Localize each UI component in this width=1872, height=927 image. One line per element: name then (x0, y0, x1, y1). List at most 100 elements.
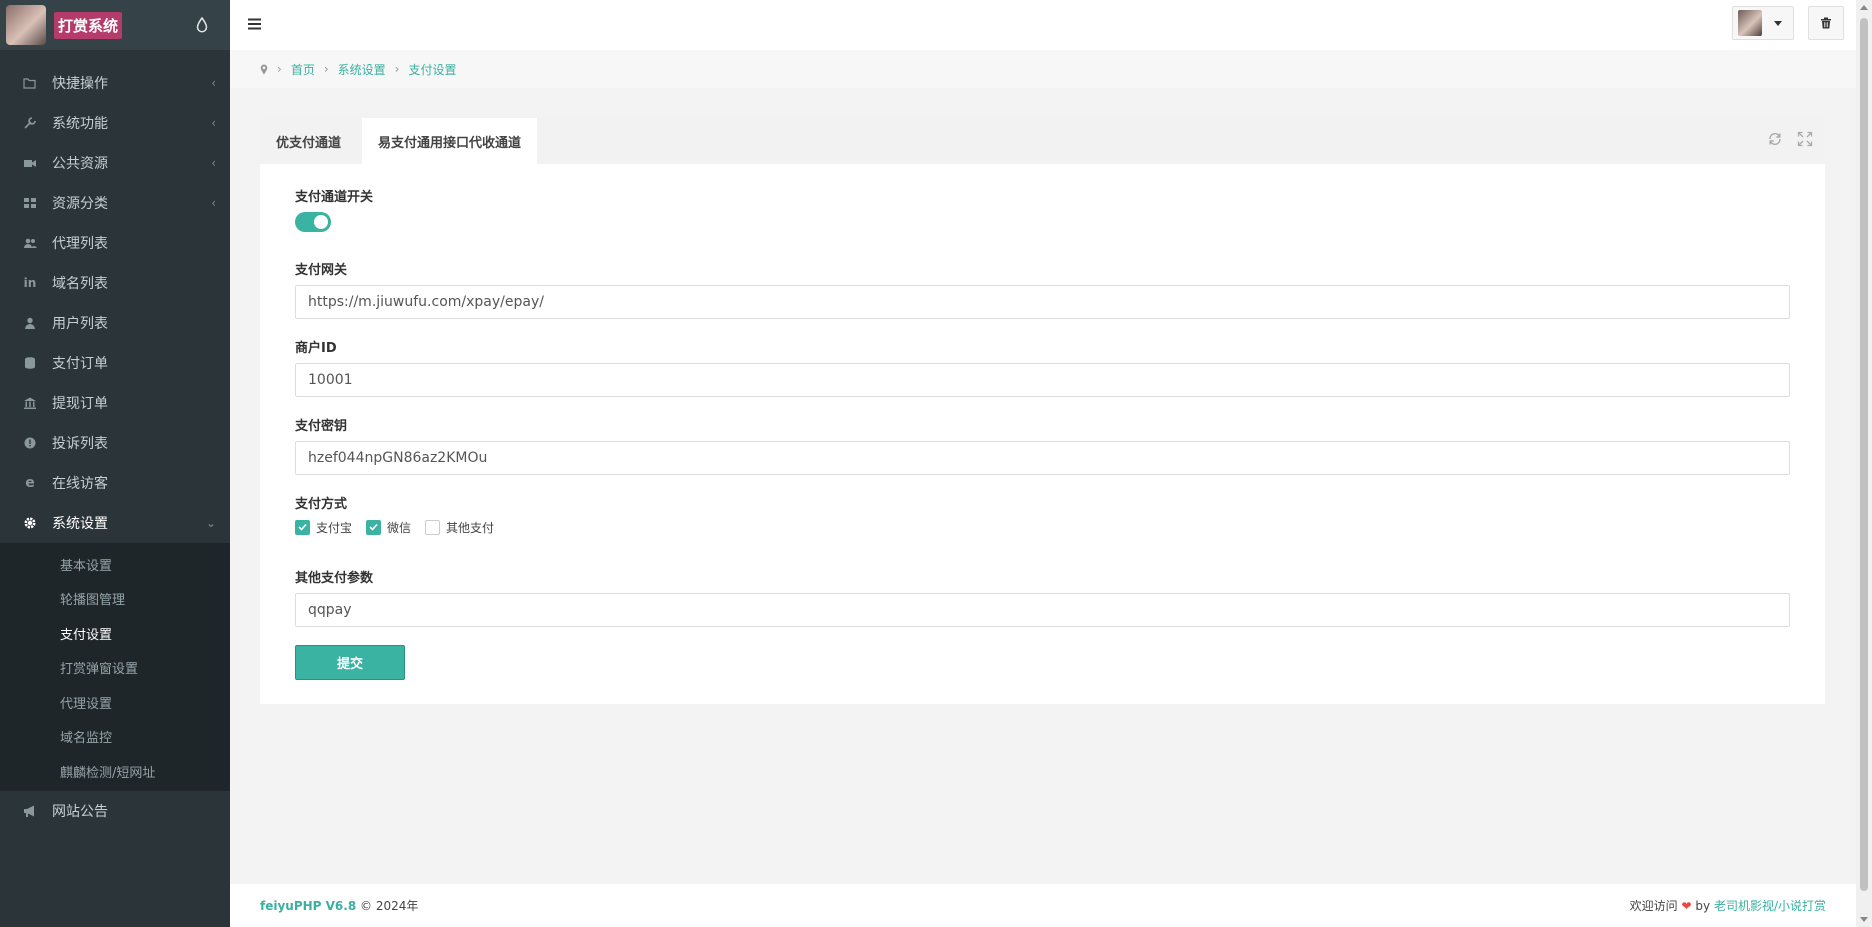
sidebar-item-agent-list[interactable]: 代理列表 (0, 223, 230, 263)
chevron-left-icon: ‹ (211, 116, 216, 130)
trash-icon (1821, 17, 1831, 29)
chevron-left-icon: ‹ (211, 156, 216, 170)
tab-youzhifu-channel[interactable]: 优支付通道 (276, 118, 341, 164)
channel-switch-toggle[interactable] (295, 212, 331, 232)
merchant-id-label: 商户ID (295, 341, 337, 356)
sidebar-item-quick-actions[interactable]: 快捷操作 ‹ (0, 63, 230, 103)
sidebar-item-payment-orders[interactable]: 支付订单 (0, 343, 230, 383)
hamburger-menu-icon[interactable] (248, 17, 262, 31)
panel-tab-bar: 优支付通道 易支付通用接口代收通道 (260, 118, 1825, 164)
tab-yizhifu-channel[interactable]: 易支付通用接口代收通道 (362, 118, 538, 164)
sidebar-item-online-visitors[interactable]: e 在线访客 (0, 463, 230, 503)
user-icon (22, 315, 38, 331)
vertical-scrollbar[interactable] (1856, 0, 1872, 927)
sidebar-item-label: 代理列表 (52, 236, 108, 252)
toggle-knob (314, 215, 328, 229)
breadcrumb-home-link[interactable]: 首页 (291, 61, 315, 78)
methods-label: 支付方式 (295, 497, 348, 512)
breadcrumb-separator: › (394, 62, 400, 76)
gateway-input[interactable]: https://m.jiuwufu.com/xpay/epay/ (295, 285, 1790, 319)
scrollbar-thumb[interactable] (1860, 18, 1868, 891)
avatar (1738, 10, 1762, 36)
submenu-item-reward-popup-settings[interactable]: 打赏弹窗设置 (0, 651, 230, 686)
sidebar: 打赏系统 快捷操作 ‹ 系统功能 ‹ 公共资源 ‹ 资源分类 ‹ 代理列表 in… (0, 0, 230, 927)
ie-icon: e (25, 475, 35, 491)
chevron-left-icon: ‹ (211, 196, 216, 210)
payment-methods-checkboxes: 支付宝 微信 其他支付 (295, 519, 1790, 535)
sidebar-item-label: 投诉列表 (52, 436, 108, 452)
checkbox-label: 支付宝 (316, 520, 353, 535)
other-params-input[interactable]: qqpay (295, 593, 1790, 627)
merchant-group: 商户ID 10001 (295, 337, 1790, 397)
grid-icon (22, 195, 38, 211)
brand-header[interactable]: 打赏系统 (0, 0, 230, 50)
other-params-label: 其他支付参数 (295, 571, 374, 586)
page-footer: feiyuPHP V6.8 © 2024年 欢迎访问 ❤ by 老司机影视/小说… (230, 884, 1856, 927)
sidebar-item-system-functions[interactable]: 系统功能 ‹ (0, 103, 230, 143)
submenu-item-agent-settings[interactable]: 代理设置 (0, 685, 230, 720)
payment-settings-panel: 优支付通道 易支付通用接口代收通道 支付通道开关 支付网关 https://m.… (260, 118, 1825, 704)
database-icon (22, 355, 38, 371)
user-menu-button[interactable] (1732, 6, 1794, 40)
submit-button[interactable]: 提交 (295, 645, 405, 680)
scroll-up-arrow-icon[interactable] (1860, 5, 1868, 10)
submenu-item-basic-settings[interactable]: 基本设置 (0, 547, 230, 582)
sidebar-item-label: 资源分类 (52, 196, 108, 212)
sidebar-item-complaints[interactable]: 投诉列表 (0, 423, 230, 463)
key-group: 支付密钥 hzef044npGN86az2KMOu (295, 415, 1790, 475)
checkbox-checked-icon (295, 519, 310, 535)
breadcrumb-separator: › (323, 62, 329, 76)
breadcrumb-payment-settings-link[interactable]: 支付设置 (408, 61, 456, 78)
footer-site-link[interactable]: 老司机影视/小说打赏 (1714, 899, 1826, 913)
wrench-icon (22, 115, 38, 131)
brand-avatar (6, 5, 46, 45)
sidebar-item-domain-list[interactable]: in 域名列表 (0, 263, 230, 303)
payment-config-form: 支付通道开关 支付网关 https://m.jiuwufu.com/xpay/e… (260, 164, 1825, 680)
caret-down-icon (1774, 20, 1782, 26)
submenu-item-carousel-management[interactable]: 轮播图管理 (0, 582, 230, 617)
footer-brand[interactable]: feiyuPHP V6.8 (260, 899, 356, 913)
checkbox-other-payment[interactable]: 其他支付 (425, 519, 494, 536)
sidebar-item-label: 支付订单 (52, 356, 108, 372)
bullhorn-icon (22, 803, 38, 819)
refresh-icon[interactable] (1767, 131, 1783, 147)
sidebar-item-system-settings[interactable]: 系统设置 ⌄ (0, 503, 230, 543)
sidebar-item-user-list[interactable]: 用户列表 (0, 303, 230, 343)
users-icon (22, 235, 38, 251)
merchant-id-input[interactable]: 10001 (295, 363, 1790, 397)
submenu-item-payment-settings[interactable]: 支付设置 (0, 616, 230, 651)
settings-submenu: 基本设置 轮播图管理 支付设置 打赏弹窗设置 代理设置 域名监控 麒麟检测/短网… (0, 543, 230, 791)
sidebar-item-site-announcement[interactable]: 网站公告 (0, 791, 230, 831)
breadcrumb-system-settings-link[interactable]: 系统设置 (338, 61, 386, 78)
sidebar-item-label: 网站公告 (52, 803, 108, 820)
submenu-item-domain-monitoring[interactable]: 域名监控 (0, 720, 230, 755)
sidebar-item-label: 用户列表 (52, 316, 108, 332)
fullscreen-icon[interactable] (1797, 131, 1813, 147)
sidebar-item-label: 系统设置 (52, 516, 108, 532)
footer-by: by (1695, 899, 1711, 913)
secret-key-label: 支付密钥 (295, 419, 348, 434)
footer-right: 欢迎访问 ❤ by 老司机影视/小说打赏 (1630, 897, 1826, 914)
checkbox-label: 微信 (387, 520, 412, 535)
checkbox-wechat[interactable]: 微信 (366, 519, 411, 536)
clear-cache-button[interactable] (1808, 6, 1844, 40)
scroll-down-arrow-icon[interactable] (1860, 917, 1868, 922)
breadcrumb-separator: › (277, 62, 282, 76)
sidebar-item-public-resources[interactable]: 公共资源 ‹ (0, 143, 230, 183)
sidebar-item-withdraw-orders[interactable]: 提现订单 (0, 383, 230, 423)
water-drop-icon[interactable] (196, 17, 208, 33)
submenu-item-qilin-short-url[interactable]: 麒麟检测/短网址 (0, 754, 230, 789)
other-params-group: 其他支付参数 qqpay (295, 567, 1790, 627)
sidebar-item-label: 公共资源 (52, 156, 108, 172)
checkbox-unchecked-icon (425, 519, 441, 535)
secret-key-input[interactable]: hzef044npGN86az2KMOu (295, 441, 1790, 475)
breadcrumb: › 首页 › 系统设置 › 支付设置 (230, 50, 1856, 88)
checkbox-alipay[interactable]: 支付宝 (295, 519, 352, 536)
exclamation-circle-icon (22, 435, 38, 451)
footer-left: feiyuPHP V6.8 © 2024年 (260, 897, 418, 914)
chevron-down-icon: ⌄ (205, 516, 216, 530)
switch-label: 支付通道开关 (295, 190, 374, 205)
sidebar-item-resource-categories[interactable]: 资源分类 ‹ (0, 183, 230, 223)
top-header (230, 0, 1856, 50)
sidebar-nav-bottom: 网站公告 (0, 791, 230, 831)
